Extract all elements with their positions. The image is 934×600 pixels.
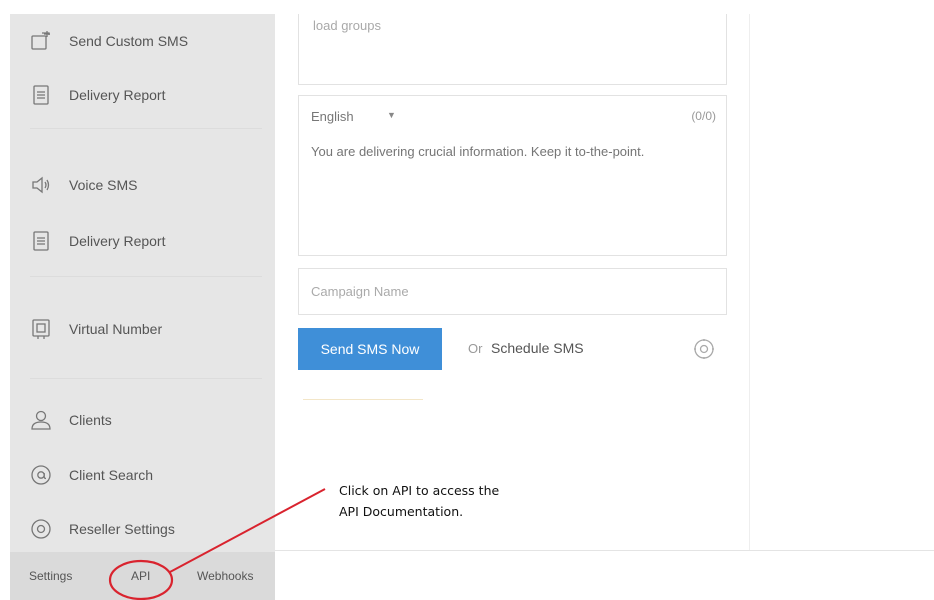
sidebar-item-send-custom-sms[interactable]: Send Custom SMS xyxy=(30,26,188,56)
character-counter: (0/0) xyxy=(691,109,716,123)
sidebar-item-clients[interactable]: Clients xyxy=(30,405,112,435)
document-icon xyxy=(33,231,49,251)
sidebar-item-label: Reseller Settings xyxy=(69,521,175,537)
edit-icon xyxy=(31,31,50,50)
phone-box-icon xyxy=(32,319,50,339)
document-icon xyxy=(33,85,49,105)
sidebar-item-label: Voice SMS xyxy=(69,177,138,193)
settings-link[interactable]: Settings xyxy=(29,569,72,583)
sidebar-divider xyxy=(30,276,262,277)
schedule-sms-link[interactable]: Schedule SMS xyxy=(491,340,584,356)
user-icon xyxy=(31,410,51,430)
sidebar-item-voice-sms[interactable]: Voice SMS xyxy=(30,170,137,200)
or-label: Or xyxy=(468,341,483,356)
sidebar-divider xyxy=(30,128,262,129)
sidebar: Send Custom SMS Delivery Report Voice SM… xyxy=(10,14,275,600)
sidebar-divider xyxy=(30,378,262,379)
sidebar-item-label: Delivery Report xyxy=(69,233,166,249)
speaker-icon xyxy=(32,176,50,194)
content-divider xyxy=(749,14,750,550)
sidebar-item-voice-delivery-report[interactable]: Delivery Report xyxy=(30,226,165,256)
sidebar-item-label: Clients xyxy=(69,412,112,428)
top-strip xyxy=(0,0,934,14)
message-input[interactable] xyxy=(311,142,706,199)
gear-icon[interactable] xyxy=(693,338,715,360)
sidebar-item-virtual-number[interactable]: Virtual Number xyxy=(30,314,162,344)
caret-down-icon[interactable]: ▼ xyxy=(387,110,396,120)
api-link[interactable]: API xyxy=(131,569,150,583)
footer-divider xyxy=(275,550,934,551)
sidebar-item-reseller-settings[interactable]: Reseller Settings xyxy=(30,514,175,544)
message-box: English ▼ (0/0) xyxy=(298,95,727,256)
campaign-name-input[interactable] xyxy=(298,268,727,315)
sidebar-item-label: Virtual Number xyxy=(69,321,163,337)
webhooks-link[interactable]: Webhooks xyxy=(197,569,253,583)
gear-icon xyxy=(31,519,51,539)
sidebar-item-label: Send Custom SMS xyxy=(69,33,189,49)
sidebar-item-client-search[interactable]: Client Search xyxy=(30,460,153,490)
sidebar-item-delivery-report[interactable]: Delivery Report xyxy=(30,80,165,110)
annotation-callout: Click on API to access the API Documenta… xyxy=(339,480,579,522)
groups-placeholder: load groups xyxy=(313,18,381,33)
sidebar-bottom-bar: Settings API Webhooks xyxy=(10,552,275,600)
language-select[interactable]: English xyxy=(311,109,354,124)
faint-divider xyxy=(303,399,423,400)
sidebar-item-label: Client Search xyxy=(69,467,154,483)
send-sms-now-button[interactable]: Send SMS Now xyxy=(298,328,442,370)
annotation-line-2: API Documentation. xyxy=(339,504,464,519)
at-icon xyxy=(31,465,51,485)
annotation-line-1: Click on API to access the xyxy=(339,483,500,498)
sidebar-item-label: Delivery Report xyxy=(69,87,166,103)
groups-field[interactable]: load groups xyxy=(298,14,727,85)
